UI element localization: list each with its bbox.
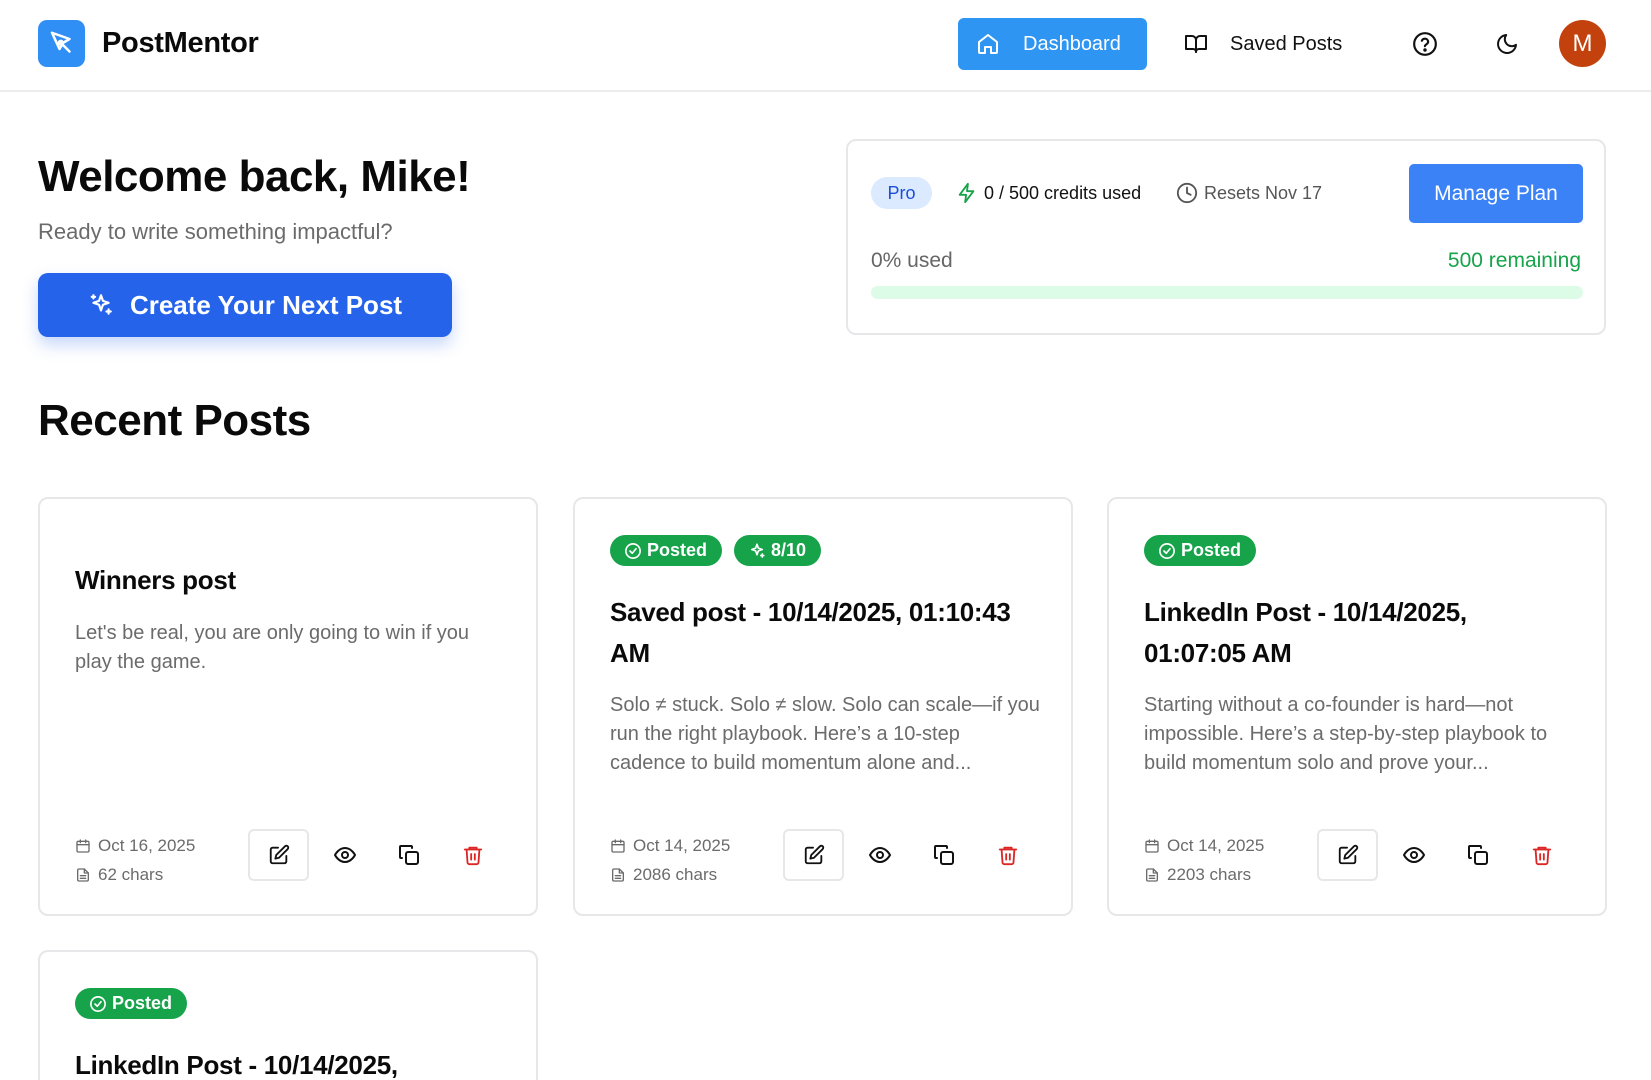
file-text-icon <box>75 867 98 883</box>
trash-icon <box>1531 844 1553 866</box>
post-date: Oct 14, 2025 <box>633 835 731 855</box>
post-meta: Oct 14, 2025 2086 chars <box>610 831 730 889</box>
post-excerpt: Let's be real, you are only going to win… <box>75 622 470 673</box>
credits-resets: Resets Nov 17 <box>1176 179 1322 207</box>
copy-button[interactable] <box>1466 843 1490 867</box>
app-header: PostMentor Dashboard Saved Posts M <box>0 0 1651 92</box>
posted-badge-label: Posted <box>1181 540 1242 560</box>
check-circle-icon <box>89 995 112 1013</box>
post-meta: Oct 16, 2025 62 chars <box>75 831 195 889</box>
edit-icon <box>268 844 290 866</box>
post-char-count: 2086 chars <box>633 864 718 884</box>
post-card[interactable]: Posted LinkedIn Post - 10/14/2025, 01:07… <box>1107 497 1607 916</box>
post-excerpt: Solo ≠ stuck. Solo ≠ slow. Solo can scal… <box>610 694 1040 774</box>
posted-badge: Posted <box>75 988 188 1019</box>
edit-button[interactable] <box>248 829 309 881</box>
edit-button[interactable] <box>783 829 844 881</box>
post-actions <box>783 829 1020 881</box>
nav-saved-posts[interactable]: Saved Posts <box>1184 18 1342 70</box>
edit-icon <box>1337 844 1359 866</box>
post-card[interactable]: Winners post Let's be real, you are only… <box>38 497 538 916</box>
edit-icon <box>803 844 825 866</box>
copy-icon <box>932 843 956 867</box>
posted-badge-label: Posted <box>647 540 708 560</box>
delete-button[interactable] <box>1530 843 1554 867</box>
usage-percent: 0% used <box>871 249 953 272</box>
post-date: Oct 16, 2025 <box>98 835 196 855</box>
post-char-count: 2203 chars <box>1167 864 1252 884</box>
copy-icon <box>1466 843 1490 867</box>
copy-button[interactable] <box>932 843 956 867</box>
post-actions <box>1317 829 1554 881</box>
manage-plan-button[interactable]: Manage Plan <box>1409 164 1583 223</box>
post-title: LinkedIn Post - 10/14/2025, <box>75 1050 398 1080</box>
nav-dashboard[interactable]: Dashboard <box>958 18 1147 70</box>
posted-badge: Posted <box>1144 535 1257 566</box>
posted-badge: Posted <box>610 535 723 566</box>
delete-button[interactable] <box>996 843 1020 867</box>
calendar-icon <box>610 838 633 854</box>
delete-button[interactable] <box>461 843 485 867</box>
user-avatar[interactable]: M <box>1559 20 1606 67</box>
nav-dashboard-label: Dashboard <box>1023 32 1121 55</box>
post-meta: Oct 14, 2025 2203 chars <box>1144 831 1264 889</box>
post-title: Saved post - 10/14/2025, 01:10:43 AM <box>610 597 1011 668</box>
post-card[interactable]: Posted 8/10 Saved post - 10/14/2025, 01:… <box>573 497 1073 916</box>
post-card[interactable]: Posted LinkedIn Post - 10/14/2025, <box>38 950 538 1080</box>
post-actions <box>248 829 485 881</box>
credits-progress-bar <box>871 286 1583 299</box>
post-char-count: 62 chars <box>98 864 164 884</box>
check-circle-icon <box>624 542 647 560</box>
post-date: Oct 14, 2025 <box>1167 835 1265 855</box>
recent-posts-title: Recent Posts <box>38 396 311 445</box>
post-title: LinkedIn Post - 10/14/2025, 01:07:05 AM <box>1144 597 1467 668</box>
view-button[interactable] <box>333 843 357 867</box>
copy-button[interactable] <box>397 843 421 867</box>
welcome-title: Welcome back, Mike! <box>38 152 471 201</box>
create-post-label: Create Your Next Post <box>129 289 403 320</box>
logo-icon[interactable] <box>38 20 85 67</box>
copy-icon <box>397 843 421 867</box>
post-badges: Posted <box>75 988 188 1019</box>
resets-text: Resets Nov 17 <box>1204 182 1323 203</box>
file-text-icon <box>1144 867 1167 883</box>
edit-button[interactable] <box>1317 829 1378 881</box>
sparkles-icon <box>88 292 114 318</box>
trash-icon <box>997 844 1019 866</box>
post-badges: Posted 8/10 <box>610 535 822 566</box>
credits-used: 0 / 500 credits used <box>956 179 1141 207</box>
create-post-button[interactable]: Create Your Next Post <box>38 273 452 337</box>
plan-badge: Pro <box>871 177 932 209</box>
posted-badge-label: Posted <box>112 993 173 1013</box>
calendar-icon <box>75 838 98 854</box>
welcome-subtitle: Ready to write something impactful? <box>38 219 393 244</box>
post-title: Winners post <box>75 565 236 595</box>
dark-mode-moon-icon[interactable] <box>1491 28 1523 60</box>
book-icon <box>1184 32 1208 56</box>
lightning-icon <box>956 182 978 204</box>
home-icon <box>976 32 1000 56</box>
post-badges: Posted <box>1144 535 1257 566</box>
brand-name[interactable]: PostMentor <box>102 27 259 60</box>
credits-card: Pro 0 / 500 credits used Resets Nov 17 M… <box>846 139 1606 335</box>
file-text-icon <box>610 867 633 883</box>
sparkles-icon <box>748 542 771 560</box>
clock-icon <box>1176 182 1198 204</box>
check-circle-icon <box>1158 542 1181 560</box>
credits-remaining: 500 remaining <box>1447 249 1581 272</box>
eye-icon <box>868 843 892 867</box>
view-button[interactable] <box>868 843 892 867</box>
score-badge-label: 8/10 <box>771 540 807 560</box>
eye-icon <box>1402 843 1426 867</box>
eye-icon <box>333 843 357 867</box>
help-icon[interactable] <box>1409 28 1441 60</box>
post-excerpt: Starting without a co-founder is hard—no… <box>1144 694 1548 774</box>
view-button[interactable] <box>1402 843 1426 867</box>
score-badge: 8/10 <box>734 535 822 566</box>
credits-used-text: 0 / 500 credits used <box>984 182 1142 203</box>
calendar-icon <box>1144 838 1167 854</box>
trash-icon <box>462 844 484 866</box>
nav-saved-label: Saved Posts <box>1230 32 1343 55</box>
